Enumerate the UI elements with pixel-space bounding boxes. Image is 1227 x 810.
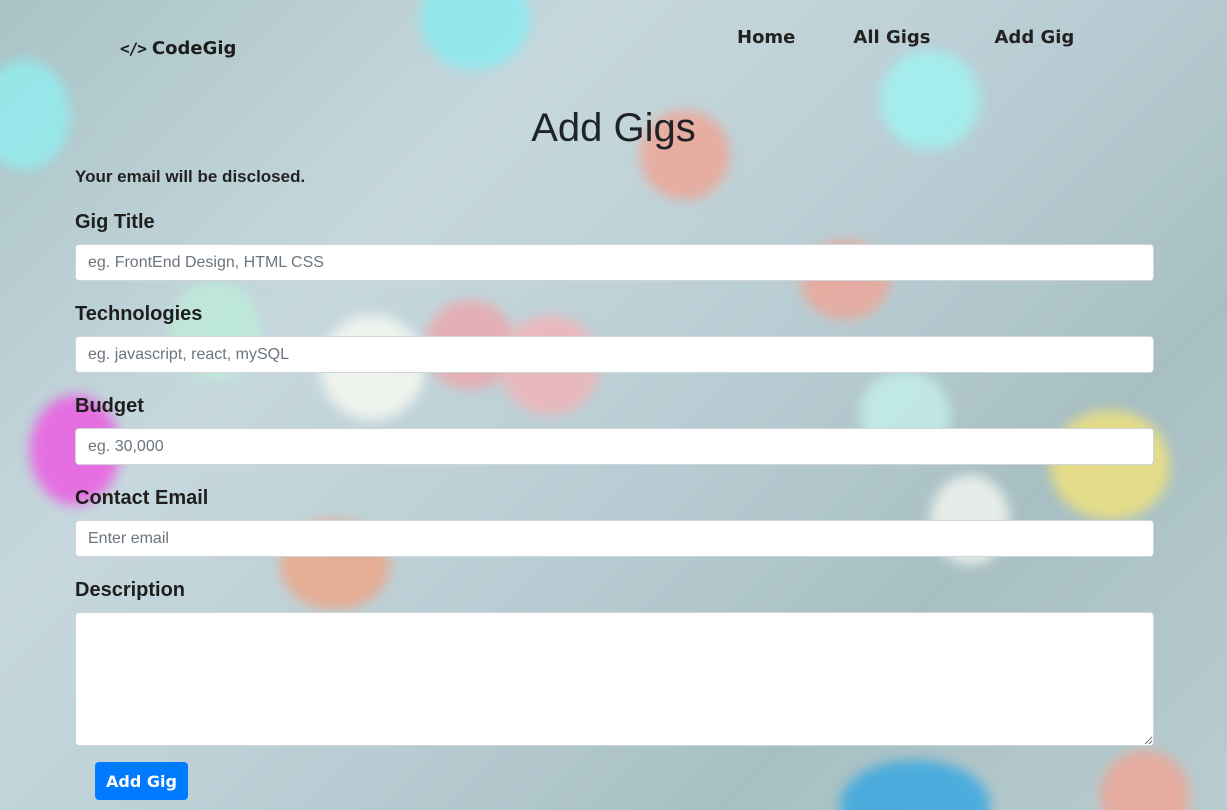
gig-title-input[interactable]	[75, 244, 1154, 281]
technologies-input[interactable]	[75, 336, 1154, 373]
nav-home[interactable]: Home	[737, 27, 795, 48]
gig-title-label: Gig Title	[75, 211, 155, 233]
nav-add-gig[interactable]: Add Gig	[995, 27, 1075, 48]
add-gig-button[interactable]: Add Gig	[95, 762, 188, 800]
budget-input[interactable]	[75, 428, 1154, 465]
technologies-label: Technologies	[75, 303, 203, 325]
nav-all-gigs[interactable]: All Gigs	[853, 27, 930, 48]
budget-label: Budget	[75, 395, 144, 417]
top-nav: Home All Gigs Add Gig	[737, 27, 1074, 48]
contact-email-input[interactable]	[75, 520, 1154, 557]
contact-email-label: Contact Email	[75, 487, 209, 509]
email-disclosure-note: Your email will be disclosed.	[75, 167, 306, 186]
code-icon: </>	[120, 39, 147, 58]
description-textarea[interactable]	[75, 612, 1154, 746]
description-label: Description	[75, 579, 186, 601]
brand-name: CodeGig	[151, 38, 237, 59]
brand-logo[interactable]: </> CodeGig	[120, 38, 236, 59]
page-title: Add Gigs	[531, 106, 696, 150]
